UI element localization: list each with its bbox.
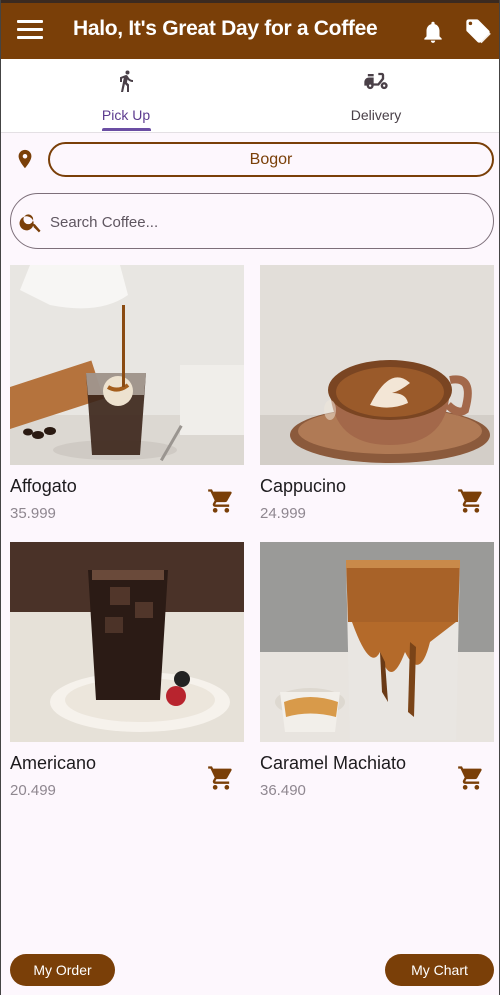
tab-label: Pick Up (101, 107, 151, 123)
bell-icon[interactable] (420, 19, 446, 45)
product-name: Cappucino (260, 476, 347, 496)
active-tab-indicator (102, 128, 151, 131)
product-name: Americano (10, 753, 97, 773)
add-to-cart-icon[interactable] (207, 764, 235, 792)
product-image (10, 542, 244, 742)
product-card-affogato[interactable]: Affogato 35.999 (10, 265, 244, 522)
app-bar: Halo, It's Great Day for a Coffee (1, 0, 499, 59)
add-to-cart-icon[interactable] (207, 487, 235, 515)
add-to-cart-icon[interactable] (457, 764, 485, 792)
app-title: Halo, It's Great Day for a Coffee (73, 17, 378, 40)
location-pin-icon (18, 149, 32, 169)
product-card-cappucino[interactable]: Cappucino 24.999 (260, 265, 494, 522)
location-selector[interactable]: Bogor (48, 142, 494, 177)
product-name: Affogato (10, 476, 77, 496)
scooter-icon (364, 72, 388, 90)
product-name: Caramel Machiato (260, 753, 407, 773)
tab-delivery[interactable]: Delivery (251, 59, 500, 133)
search-bar (10, 193, 494, 249)
tag-icon[interactable] (464, 16, 492, 46)
my-chart-button[interactable]: My Chart (385, 954, 494, 986)
product-price: 24.999 (260, 505, 306, 522)
search-input[interactable] (50, 209, 450, 235)
product-image (260, 542, 494, 742)
my-order-button[interactable]: My Order (10, 954, 115, 986)
order-mode-tabs: Pick Up Delivery (1, 59, 499, 133)
product-card-caramel-machiato[interactable]: Caramel Machiato 36.490 (260, 542, 494, 799)
product-card-americano[interactable]: Americano 20.499 (10, 542, 244, 799)
walking-icon (120, 70, 133, 92)
product-image (260, 265, 494, 465)
search-icon (19, 214, 41, 233)
tab-label: Delivery (350, 107, 402, 123)
product-price: 20.499 (10, 782, 56, 799)
product-price: 35.999 (10, 505, 56, 522)
add-to-cart-icon[interactable] (457, 487, 485, 515)
tab-pick-up[interactable]: Pick Up (1, 59, 251, 133)
menu-icon[interactable] (17, 20, 43, 42)
product-price: 36.490 (260, 782, 306, 799)
product-image (10, 265, 244, 465)
